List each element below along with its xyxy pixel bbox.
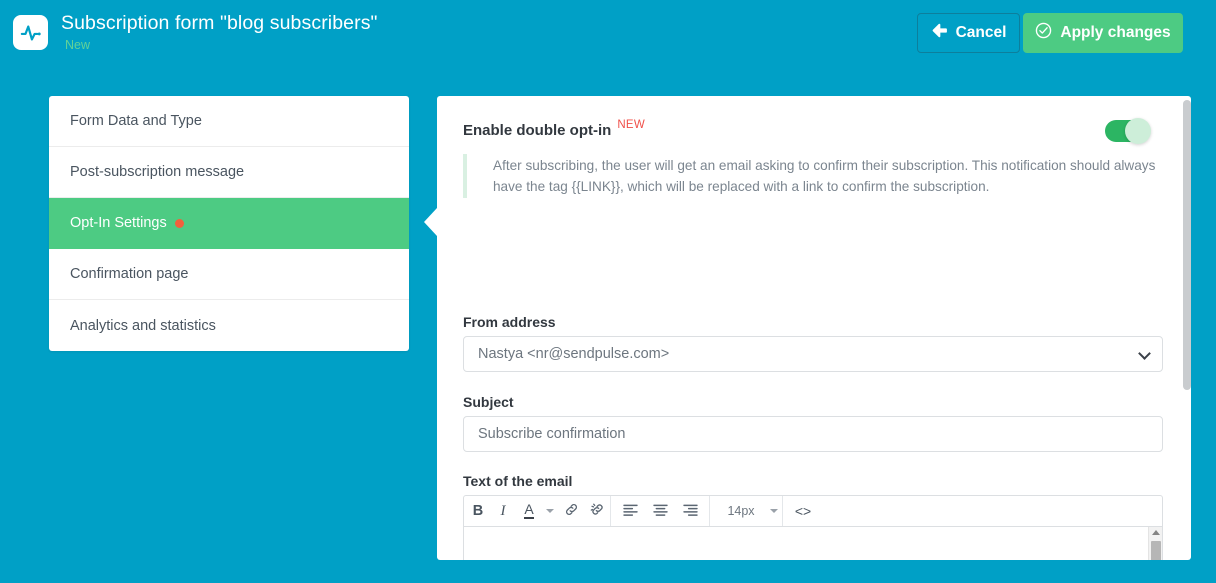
sidebar-item-opt-in-settings[interactable]: Opt-In Settings: [49, 198, 409, 249]
align-center-button[interactable]: [645, 496, 675, 526]
font-color-button[interactable]: A: [516, 496, 542, 526]
sidebar-item-label: Opt-In Settings: [70, 215, 167, 231]
arrow-left-icon: [931, 23, 948, 43]
from-address-select[interactable]: Nastya <nr@sendpulse.com>: [463, 336, 1163, 372]
cancel-button-label: Cancel: [955, 24, 1007, 41]
double-optin-info-text: After subscribing, the user will get an …: [463, 154, 1163, 198]
unlink-icon: [590, 502, 605, 520]
sidebar-item-label: Analytics and statistics: [70, 317, 216, 334]
align-left-button[interactable]: [615, 496, 645, 526]
italic-button[interactable]: I: [490, 496, 516, 526]
chevron-down-icon: [546, 509, 554, 513]
apply-changes-button[interactable]: Apply changes: [1023, 13, 1183, 53]
sidebar-item-post-subscription-message[interactable]: Post-subscription message: [49, 147, 409, 198]
chevron-down-icon: [770, 509, 778, 513]
apply-changes-button-label: Apply changes: [1060, 24, 1171, 41]
new-badge: NEW: [617, 119, 646, 131]
align-center-icon: [652, 504, 668, 519]
brand-logo[interactable]: [13, 15, 48, 50]
enable-double-optin-row: Enable double opt-in NEW: [463, 118, 1163, 144]
font-size-value[interactable]: 14px: [710, 496, 772, 526]
scroll-up-arrow-icon[interactable]: [1152, 530, 1160, 535]
check-circle-icon: [1035, 22, 1052, 44]
subject-value: Subscribe confirmation: [478, 426, 626, 442]
activity-pulse-icon: [20, 22, 42, 44]
chevron-down-icon: [1138, 347, 1151, 360]
align-right-icon: [682, 504, 698, 519]
source-code-button[interactable]: <>: [783, 496, 823, 526]
email-preview-canvas[interactable]: Confirm your subscription You received t…: [464, 527, 1150, 560]
status-badge: New: [65, 38, 91, 52]
align-right-button[interactable]: [675, 496, 705, 526]
app-header: Subscription form "blog subscribers" New…: [0, 0, 1216, 66]
opt-in-settings-panel: Enable double opt-in NEW After subscribi…: [437, 96, 1191, 560]
unsaved-changes-dot-icon: [174, 218, 184, 228]
editor-scrollbar[interactable]: [1148, 527, 1162, 560]
enable-double-optin-toggle[interactable]: [1105, 118, 1151, 144]
page-title: Subscription form "blog subscribers": [61, 12, 378, 34]
subject-label: Subject: [463, 394, 514, 410]
cancel-button[interactable]: Cancel: [917, 13, 1020, 53]
active-section-pointer-icon: [424, 208, 437, 236]
bold-button[interactable]: B: [464, 496, 490, 526]
sidebar-item-label: Confirmation page: [70, 266, 189, 282]
rich-text-editor-body[interactable]: Confirm your subscription You received t…: [463, 527, 1163, 560]
from-address-value: Nastya <nr@sendpulse.com>: [478, 346, 670, 362]
font-color-dropdown-button[interactable]: [542, 496, 558, 526]
panel-scrollbar-thumb[interactable]: [1183, 100, 1191, 390]
enable-double-optin-label: Enable double opt-in: [463, 122, 612, 139]
subject-input[interactable]: Subscribe confirmation: [463, 416, 1163, 452]
settings-sidebar: Form Data and Type Post-subscription mes…: [49, 96, 409, 351]
align-left-icon: [622, 504, 638, 519]
unlink-button[interactable]: [584, 496, 610, 526]
link-icon: [564, 502, 579, 520]
sidebar-item-analytics-and-statistics[interactable]: Analytics and statistics: [49, 300, 409, 351]
panel-scrollbar[interactable]: [1183, 96, 1191, 560]
font-size-dropdown-button[interactable]: [766, 496, 782, 526]
link-button[interactable]: [558, 496, 584, 526]
sidebar-item-confirmation-page[interactable]: Confirmation page: [49, 249, 409, 300]
sidebar-item-label: Form Data and Type: [70, 113, 202, 129]
editor-scrollbar-thumb[interactable]: [1151, 541, 1161, 560]
toggle-knob: [1125, 118, 1151, 144]
font-color-letter: A: [524, 501, 534, 519]
text-of-the-email-label: Text of the email: [463, 473, 573, 489]
sidebar-item-label: Post-subscription message: [70, 164, 245, 180]
rich-text-editor-toolbar: B I A 14px <>: [463, 495, 1163, 527]
sidebar-item-form-data-and-type[interactable]: Form Data and Type: [49, 96, 409, 147]
from-address-label: From address: [463, 314, 556, 330]
